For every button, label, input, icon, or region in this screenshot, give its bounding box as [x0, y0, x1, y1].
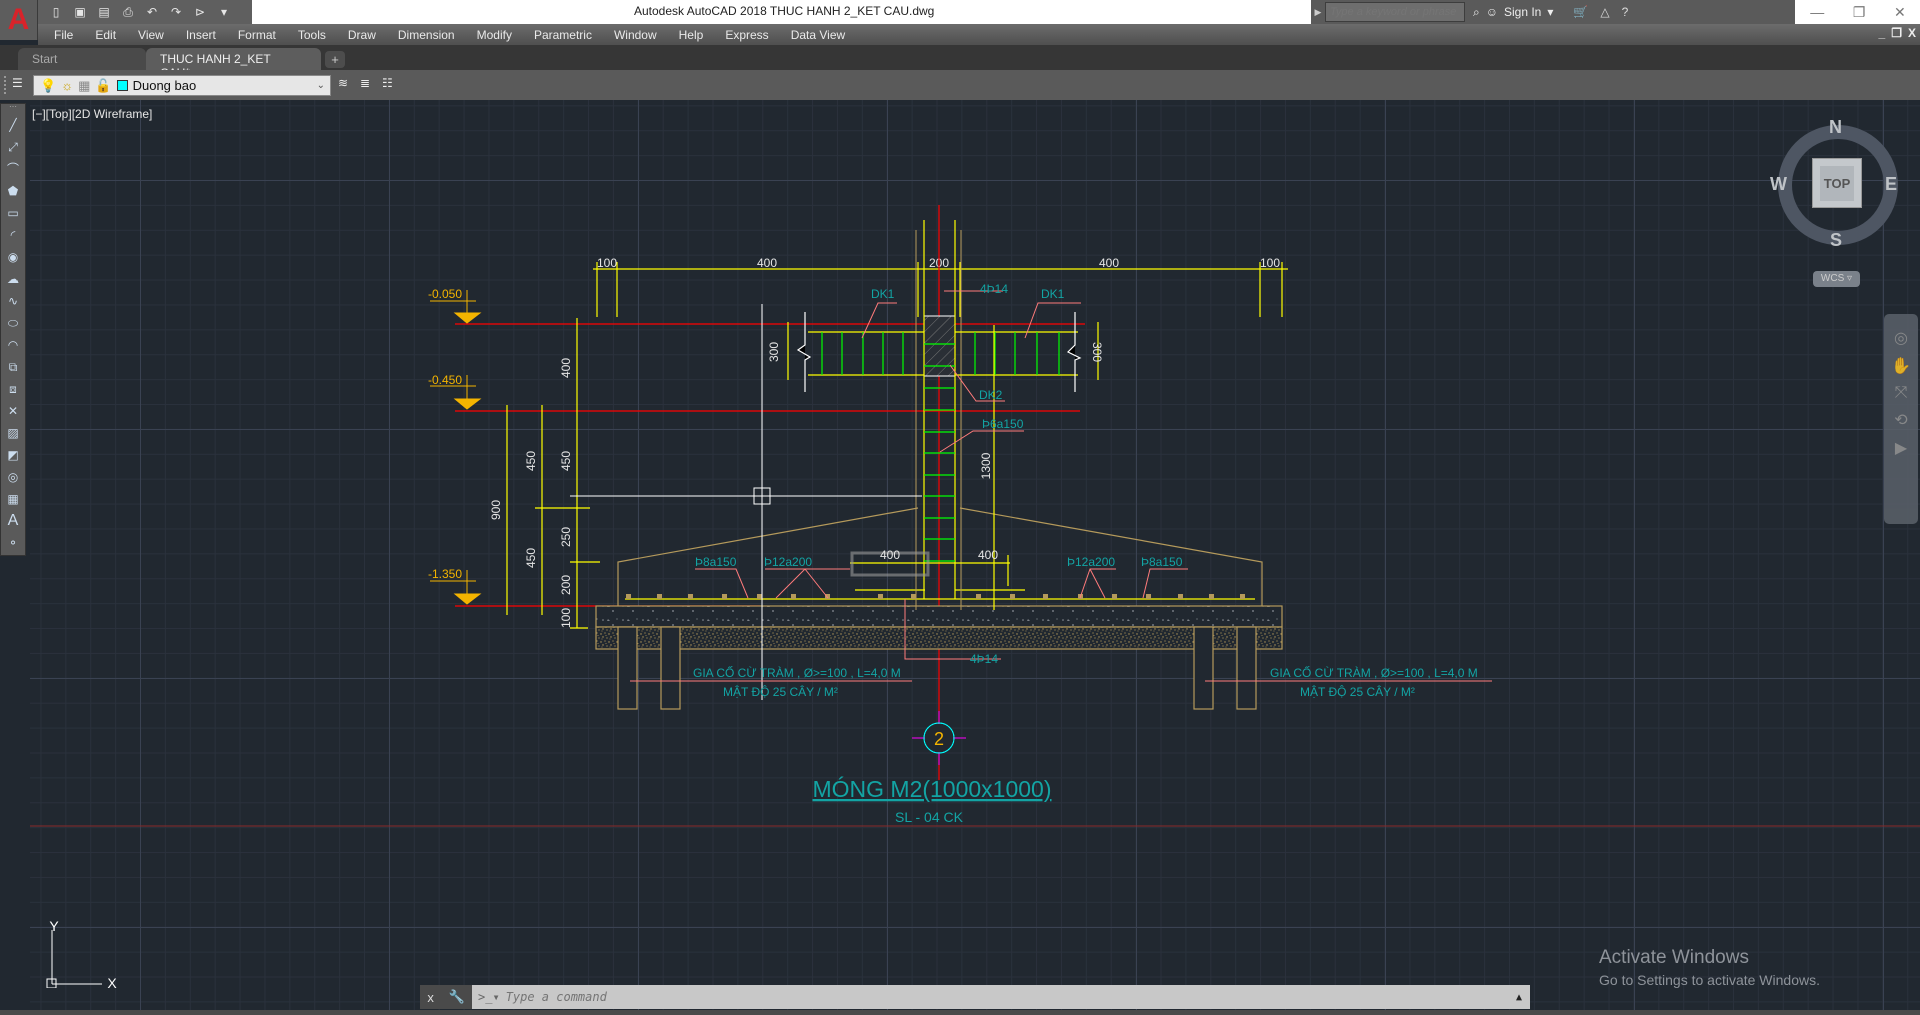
customize-wrench-icon[interactable]: 🔧	[448, 989, 464, 1005]
wcs-dropdown[interactable]: WCS ▿	[1813, 271, 1860, 287]
dim-text: 200	[559, 575, 573, 595]
elevation-label: -0.450	[428, 373, 462, 387]
rebar-dots	[626, 594, 1245, 599]
rebar-label: DK1	[871, 287, 895, 301]
orbit-icon[interactable]: ⟲	[1894, 410, 1907, 430]
zoom-extents-icon[interactable]: ⤧	[1895, 384, 1908, 402]
compass-east[interactable]: E	[1885, 174, 1897, 195]
svg-text:Y: Y	[49, 918, 59, 934]
viewcube-top-face[interactable]: TOP	[1812, 158, 1862, 208]
rebar-label: 4Þ14	[980, 282, 1008, 296]
dim-text: 100	[559, 608, 573, 628]
top-dimensions	[593, 262, 1288, 317]
compass-south[interactable]: S	[1830, 230, 1842, 251]
command-prompt-icon[interactable]: >_▾	[478, 990, 500, 1004]
cad-drawing: 100 400 200 400 100 -0.050 -0.450 -1.350	[30, 205, 1920, 827]
grid-bubble: 2	[912, 711, 966, 765]
left-dimensions	[506, 318, 600, 629]
dim-text: 400	[978, 548, 998, 562]
dim-text: 300	[767, 342, 781, 362]
dim-text: 400	[1099, 256, 1119, 270]
pile-note: GIA CỐ CỪ TRÀM , Ø>=100 , L=4,0 M	[693, 665, 901, 680]
dim-text: 400	[757, 256, 777, 270]
dim-text: 250	[559, 527, 573, 547]
rebar-label: 4Þ14	[970, 652, 998, 666]
dim-text: 400	[880, 548, 900, 562]
dim-text: 450	[524, 548, 538, 568]
pile-note: MẬT ĐỘ 25 CÂY / M²	[1300, 684, 1415, 699]
compass-north[interactable]: N	[1829, 117, 1842, 138]
dim-text: 900	[489, 500, 503, 520]
navigation-bar: ◎ ✋ ⤧ ⟲ ▶	[1884, 314, 1918, 524]
rebar-label: DK1	[1041, 287, 1065, 301]
svg-text:X: X	[107, 975, 117, 988]
dim-text: 100	[597, 256, 617, 270]
rebar-label: Þ8a150	[695, 555, 737, 569]
rebar-label: Þ12a200	[764, 555, 812, 569]
ucs-icon: Y X	[46, 918, 117, 988]
elevation-lines	[30, 205, 1920, 827]
command-input[interactable]	[505, 990, 1106, 1004]
showmotion-icon[interactable]: ▶	[1895, 438, 1907, 458]
application-menu-button[interactable]: A	[0, 0, 38, 40]
dim-text: 300	[1090, 342, 1104, 362]
dim-text: 400	[559, 358, 573, 378]
command-history-caret-icon[interactable]: ▲	[1516, 992, 1522, 1003]
steering-wheel-icon[interactable]: ◎	[1894, 328, 1908, 348]
dim-text: 450	[524, 451, 538, 471]
drawing-title: MÓNG M2(1000x1000)	[812, 776, 1051, 802]
autocad-logo-icon: A	[7, 3, 30, 36]
drawing-subtitle: SL - 04 CK	[895, 809, 964, 825]
dim-text: 450	[559, 451, 573, 471]
compass-west[interactable]: W	[1770, 174, 1787, 195]
pan-icon[interactable]: ✋	[1891, 356, 1911, 376]
status-bar	[0, 1010, 1920, 1015]
grid-label: 2	[934, 729, 944, 749]
elevation-label: -1.350	[428, 567, 462, 581]
command-line: x 🔧 >_▾ ▲	[420, 985, 1530, 1009]
rebar-label: DK2	[979, 388, 1003, 402]
rebar-label: Þ6a150	[982, 417, 1024, 431]
rebar-label: Þ12a200	[1067, 555, 1115, 569]
bottom-rebar	[625, 589, 1255, 600]
dim-text: 1300	[979, 452, 993, 479]
rebar-label: Þ8a150	[1141, 555, 1183, 569]
elevation-label: -0.050	[428, 287, 462, 301]
dim-text: 100	[1260, 256, 1280, 270]
pile-note: MẬT ĐỘ 25 CÂY / M²	[723, 684, 838, 699]
activate-windows-watermark: Activate Windows Go to Settings to activ…	[1599, 947, 1820, 988]
pile-note: GIA CỐ CỪ TRÀM , Ø>=100 , L=4,0 M	[1270, 665, 1478, 680]
elevation-markers	[430, 290, 482, 605]
close-command-icon[interactable]: x	[427, 990, 434, 1005]
